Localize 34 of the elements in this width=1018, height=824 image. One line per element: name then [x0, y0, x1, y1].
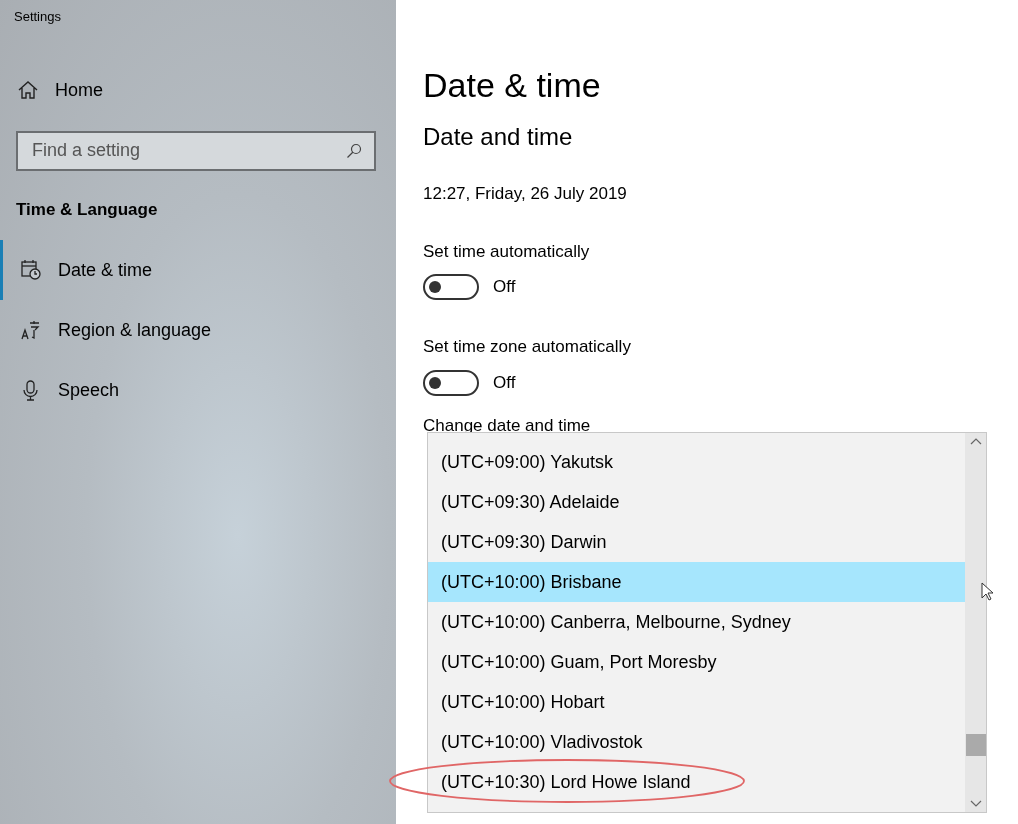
window-title: Settings: [14, 8, 62, 26]
toggle-label: Set time zone automatically: [423, 336, 632, 358]
timezone-option[interactable]: (UTC+10:00) Hobart: [428, 682, 965, 722]
timezone-option[interactable]: (UTC+09:30) Darwin: [428, 522, 965, 562]
scroll-up-icon[interactable]: [969, 437, 982, 445]
change-date-label: Change date and time: [423, 415, 592, 436]
section-heading: Time & Language: [16, 198, 159, 221]
timezone-option[interactable]: (UTC+10:00) Guam, Port Moresby: [428, 642, 965, 682]
calendar-clock-icon: [20, 259, 42, 281]
toggle-label: Set time automatically: [423, 240, 591, 263]
toggle-state: Off: [493, 276, 516, 299]
timezone-option[interactable]: (UTC+09:30) Adelaide: [428, 482, 965, 522]
scrollbar-thumb[interactable]: [965, 734, 986, 756]
mouse-pointer-icon: [981, 582, 994, 601]
toggle-switch[interactable]: [423, 369, 479, 396]
timezone-option[interactable]: (UTC+10:00) Vladivostok: [428, 722, 965, 762]
current-date-time: 12:27, Friday, 26 July 2019: [423, 183, 628, 205]
search-field[interactable]: Find a setting: [16, 130, 376, 171]
nav-item[interactable]: Speech: [0, 360, 396, 420]
home-icon: [17, 79, 39, 101]
timezone-option[interactable]: (UTC+10:30) Lord Howe Island: [428, 762, 965, 802]
language-icon: [20, 319, 42, 341]
section-heading: Date and time: [423, 122, 574, 152]
timezone-option[interactable]: (UTC+09:00) Yakutsk: [428, 442, 965, 482]
nav-item[interactable]: Region & language: [0, 300, 396, 360]
scroll-down-icon[interactable]: [969, 800, 982, 808]
search-icon: [346, 142, 362, 159]
toggle-switch[interactable]: [423, 274, 479, 300]
timezone-option[interactable]: (UTC+10:00) Canberra, Melbourne, Sydney: [428, 602, 965, 642]
toggle-state: Off: [493, 371, 516, 394]
scrollbar[interactable]: [965, 433, 986, 812]
home-link[interactable]: Home: [17, 76, 396, 104]
page-title: Date & time: [423, 65, 602, 106]
timezone-option[interactable]: (UTC+10:00) Brisbane: [428, 562, 965, 602]
